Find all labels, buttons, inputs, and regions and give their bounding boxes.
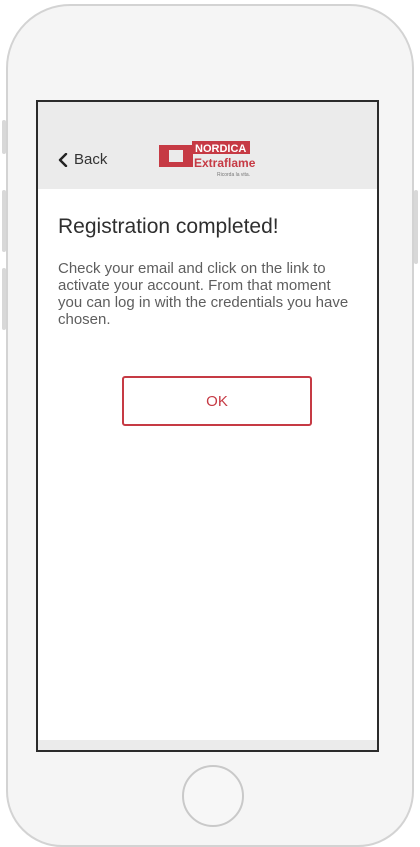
mute-switch [2,120,6,154]
page-title: Registration completed! [58,215,279,238]
chevron-left-icon [58,152,68,167]
power-button [414,190,418,264]
volume-down-button [2,268,6,330]
brand-name-top: NORDICA [195,143,246,155]
brand-tagline: Ricorda la vita. [217,172,250,178]
ok-button[interactable]: OK [122,376,312,426]
home-button[interactable] [182,765,244,827]
bottom-bar [38,740,377,750]
brand-mark-icon [159,145,193,167]
volume-up-button [2,190,6,252]
back-label: Back [74,151,108,168]
navigation-bar: Back NORDICA Extraflame Ricorda la vita. [38,102,377,189]
back-button[interactable]: Back [58,151,107,168]
phone-frame: Back NORDICA Extraflame Ricorda la vita.… [0,0,420,847]
app-screen: Back NORDICA Extraflame Ricorda la vita.… [36,100,379,752]
brand-name-bottom: Extraflame [194,156,256,170]
confirmation-message: Check your email and click on the link t… [58,260,349,328]
nordica-extraflame-logo: NORDICA Extraflame Ricorda la vita. [159,141,256,178]
main-content: Registration completed! Check your email… [58,215,357,328]
